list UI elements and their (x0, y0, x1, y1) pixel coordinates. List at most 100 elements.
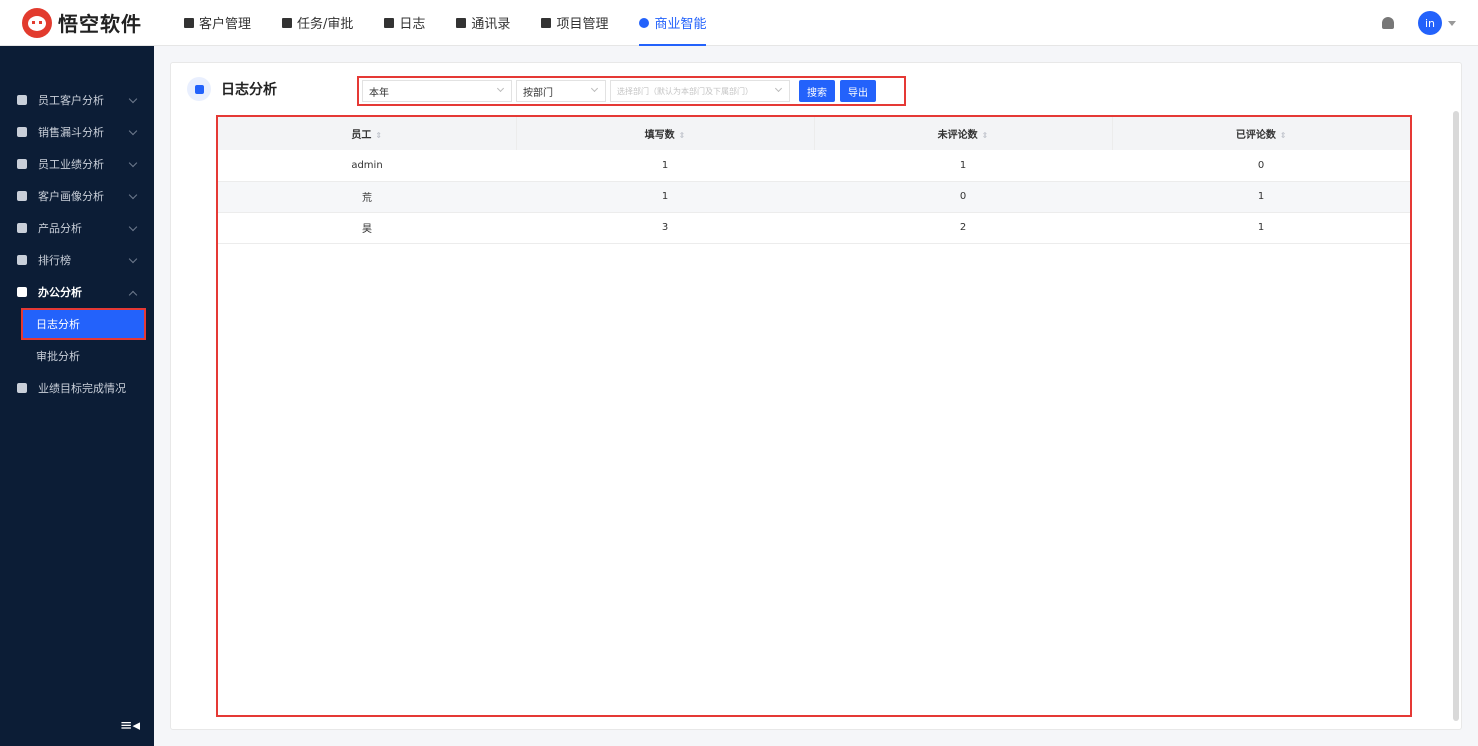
chevron-down-icon (128, 94, 138, 104)
sidebar-item-employee-customer[interactable]: 员工客户分析 (0, 84, 154, 116)
data-table: 员工 ⇕ 填写数 ⇕ 未评论数 ⇕ 已评论数 ⇕ admin 1 1 0 荒 1 0 1 (218, 117, 1410, 244)
sidebar-item-label: 排行榜 (38, 254, 71, 267)
funnel-icon (17, 127, 27, 137)
column-header-employee[interactable]: 员工 ⇕ (218, 117, 517, 150)
cell-uncommented: 2 (814, 212, 1112, 244)
cell-filled: 1 (516, 181, 814, 213)
department-picker-placeholder: 选择部门（默认为本部门及下属部门） (617, 86, 753, 96)
sidebar-item-label: 员工客户分析 (38, 94, 104, 107)
briefcase-icon (17, 287, 27, 297)
bell-icon[interactable] (1382, 17, 1394, 29)
vertical-scrollbar[interactable] (1453, 111, 1459, 721)
nav-item-task-approval[interactable]: 任务/审批 (282, 0, 353, 46)
sidebar-subitem-log-analysis[interactable]: 日志分析 (21, 308, 146, 340)
target-icon (17, 383, 27, 393)
nav-item-contacts[interactable]: 通讯录 (456, 0, 510, 46)
chevron-down-icon (128, 126, 138, 136)
sidebar-item-sales-funnel[interactable]: 销售漏斗分析 (0, 116, 154, 148)
building-icon (184, 17, 194, 28)
contacts-icon (456, 17, 467, 28)
sort-icon[interactable]: ⇕ (982, 131, 989, 140)
sidebar-item-label: 销售漏斗分析 (38, 126, 104, 139)
nav-item-log[interactable]: 日志 (384, 0, 425, 46)
dept-mode-select[interactable]: 按部门 (516, 80, 606, 102)
column-label: 填写数 (644, 130, 675, 141)
chevron-down-icon (496, 84, 505, 93)
monkey-logo-icon (22, 7, 52, 38)
briefcase-icon (282, 17, 293, 28)
nav-label: 通讯录 (471, 17, 511, 32)
department-picker[interactable]: 选择部门（默认为本部门及下属部门） (610, 80, 790, 102)
page-title: 日志分析 (221, 82, 277, 98)
table-row[interactable]: 昊 3 2 1 (218, 212, 1410, 244)
column-header-uncommented[interactable]: 未评论数 ⇕ (814, 117, 1113, 150)
bar-chart-icon (17, 159, 27, 169)
nav-label: 项目管理 (556, 17, 609, 32)
main-panel: 日志分析 本年 按部门 选择部门（默认为本部门及下属部门） 搜索 导出 员工 ⇕ … (170, 62, 1462, 730)
nav-label: 日志 (399, 17, 426, 32)
nav-item-business-intelligence[interactable]: 商业智能 (639, 0, 707, 46)
sidebar-item-office[interactable]: 办公分析 (0, 276, 154, 308)
shield-icon (639, 17, 650, 28)
brand-logo[interactable]: 悟空软件 (22, 7, 172, 38)
sidebar-item-label: 产品分析 (38, 222, 82, 235)
users-icon (17, 191, 27, 201)
nav-item-project[interactable]: 项目管理 (541, 0, 608, 46)
sidebar-item-label: 客户画像分析 (38, 190, 104, 203)
sidebar-subitem-approval-analysis[interactable]: 审批分析 (0, 340, 154, 372)
column-label: 已评论数 (1235, 130, 1276, 141)
nav-item-customer[interactable]: 客户管理 (184, 0, 251, 46)
chevron-down-icon (774, 84, 783, 93)
table-row[interactable]: admin 1 1 0 (218, 150, 1410, 182)
cell-employee: 荒 (218, 181, 516, 213)
chevron-down-icon (128, 190, 138, 200)
sidebar-item-label: 员工业绩分析 (38, 158, 104, 171)
grid-icon (187, 77, 211, 101)
dept-mode-value: 按部门 (523, 87, 553, 99)
cell-employee: admin (218, 150, 516, 182)
year-select[interactable]: 本年 (362, 80, 512, 102)
sidebar-item-product[interactable]: 产品分析 (0, 212, 154, 244)
column-label: 员工 (351, 130, 372, 141)
chevron-up-icon (128, 290, 138, 300)
cell-uncommented: 0 (814, 181, 1112, 213)
table-header-row: 员工 ⇕ 填写数 ⇕ 未评论数 ⇕ 已评论数 ⇕ (218, 117, 1410, 150)
chevron-down-icon[interactable] (1448, 20, 1456, 26)
avatar[interactable]: in (1418, 11, 1442, 35)
chevron-down-icon (590, 84, 599, 93)
chevron-down-icon (128, 254, 138, 264)
export-button[interactable]: 导出 (840, 80, 876, 102)
sidebar-item-label: 办公分析 (38, 286, 82, 299)
search-button[interactable]: 搜索 (799, 80, 835, 102)
year-select-value: 本年 (369, 87, 389, 99)
sidebar-item-customer-profile[interactable]: 客户画像分析 (0, 180, 154, 212)
chevron-down-icon (128, 158, 138, 168)
nav-label: 客户管理 (199, 17, 252, 32)
table-row[interactable]: 荒 1 0 1 (218, 181, 1410, 213)
main-nav: 客户管理 任务/审批 日志 通讯录 项目管理 商业智能 (184, 0, 737, 46)
document-icon (384, 17, 395, 28)
log-stats-table: 员工 ⇕ 填写数 ⇕ 未评论数 ⇕ 已评论数 ⇕ admin 1 1 0 荒 1 0 1 (216, 115, 1412, 717)
user-area: in (1382, 0, 1456, 46)
sidebar-item-target-completion[interactable]: 业绩目标完成情况 (0, 372, 154, 404)
nav-label: 任务/审批 (297, 17, 354, 32)
cell-commented: 1 (1112, 181, 1410, 213)
sort-icon[interactable]: ⇕ (375, 131, 382, 140)
sidebar-item-label: 业绩目标完成情况 (38, 382, 126, 395)
sort-icon[interactable]: ⇕ (679, 131, 686, 140)
cell-employee: 昊 (218, 212, 516, 244)
column-header-commented[interactable]: 已评论数 ⇕ (1112, 117, 1410, 150)
sidebar-item-ranking[interactable]: 排行榜 (0, 244, 154, 276)
cell-commented: 1 (1112, 212, 1410, 244)
box-icon (17, 223, 27, 233)
user-icon (17, 95, 27, 105)
sort-icon[interactable]: ⇕ (1280, 131, 1287, 140)
brand-name: 悟空软件 (58, 12, 142, 36)
page-header: 日志分析 (187, 77, 277, 101)
column-header-filled[interactable]: 填写数 ⇕ (516, 117, 815, 150)
trophy-icon (17, 255, 27, 265)
cell-filled: 3 (516, 212, 814, 244)
collapse-menu-icon[interactable]: ≡◂ (120, 716, 140, 734)
sidebar-item-performance[interactable]: 员工业绩分析 (0, 148, 154, 180)
filter-bar: 本年 按部门 选择部门（默认为本部门及下属部门） 搜索 导出 (357, 76, 906, 106)
